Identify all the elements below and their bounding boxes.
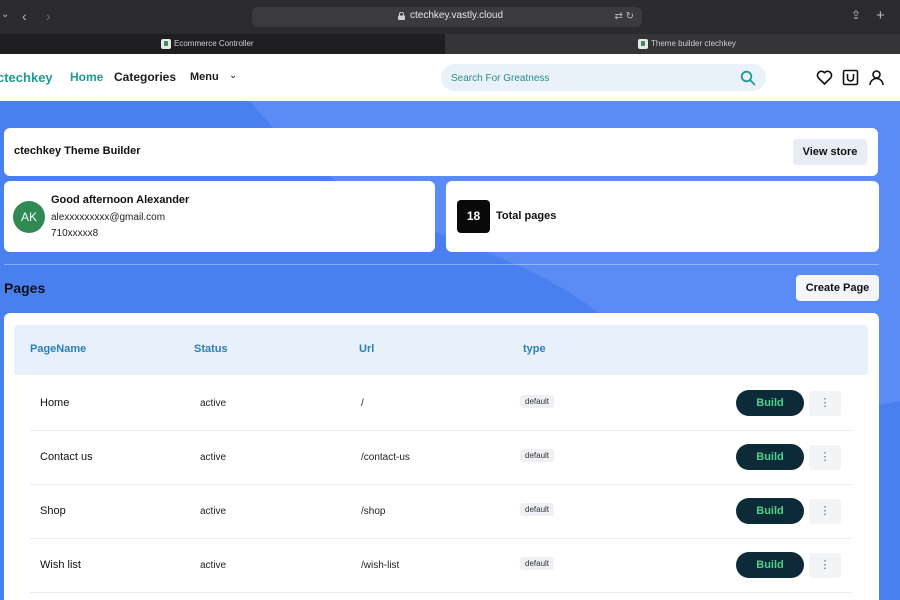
tab-title: Ecommerce Controller (174, 39, 254, 48)
page-title: ctechkey Theme Builder (14, 145, 141, 157)
pages-heading: Pages (4, 280, 46, 296)
page-url: /wish-list (361, 560, 400, 571)
reload-icon[interactable]: ⇄ ↻ (614, 11, 634, 22)
tab-bar: Ecommerce Controller Theme builder ctech… (0, 34, 900, 54)
search-icon[interactable] (740, 70, 756, 86)
sidebar-toggle-icon[interactable]: ⌄ (1, 10, 9, 20)
search-box[interactable] (441, 64, 766, 91)
tab-title: Theme builder ctechkey (651, 39, 736, 48)
user-card: AK Good afternoon Alexander alexxxxxxxxx… (4, 181, 435, 252)
column-header-url[interactable]: Url (359, 343, 374, 355)
build-button[interactable]: Build (736, 552, 804, 578)
more-vertical-icon[interactable]: ⋮ (809, 445, 841, 470)
favicon-icon (161, 39, 171, 49)
user-phone: 710xxxxx8 (51, 228, 99, 239)
total-pages-card: 18 Total pages (446, 181, 879, 252)
avatar: AK (13, 201, 45, 233)
page-status: active (200, 560, 227, 571)
table-row: Contact us active /contact-us default Bu… (30, 431, 852, 485)
table-row: Home active / default Build ⋮ (30, 377, 852, 431)
browser-toolbar: ⌄ ‹ › ctechkey.vastly.cloud ⇄ ↻ ⇪ + (0, 0, 900, 34)
page-name: Shop (40, 505, 66, 517)
page-type-badge: default (520, 503, 555, 516)
page-count-badge: 18 (457, 200, 490, 233)
favicon-icon (638, 39, 648, 49)
tab-ecommerce-controller[interactable]: Ecommerce Controller (0, 34, 445, 54)
column-header-pagename[interactable]: PageName (30, 343, 86, 355)
page-url: /shop (361, 506, 386, 517)
search-input[interactable] (451, 70, 721, 86)
view-store-button[interactable]: View store (793, 139, 867, 165)
back-icon[interactable]: ‹ (22, 9, 27, 23)
user-icon[interactable] (868, 69, 885, 86)
page-status: active (200, 506, 227, 517)
tab-theme-builder[interactable]: Theme builder ctechkey (445, 34, 900, 54)
nav-categories[interactable]: Categories (114, 70, 176, 84)
page-type-badge: default (520, 395, 555, 408)
page-name: Home (40, 397, 70, 409)
table-row: Wish list active /wish-list default Buil… (30, 539, 852, 593)
greeting-text: Good afternoon Alexander (51, 194, 190, 206)
page-name: Contact us (40, 451, 93, 463)
build-button[interactable]: Build (736, 498, 804, 524)
forward-icon[interactable]: › (46, 9, 51, 23)
nav-home[interactable]: Home (70, 70, 103, 84)
column-header-type[interactable]: type (523, 343, 546, 355)
page-type-badge: default (520, 557, 555, 570)
table-row: Shop active /shop default Build ⋮ (30, 485, 852, 539)
page-status: active (200, 398, 227, 409)
site-header: ctechkey Home Categories Menu ⌄ (0, 54, 900, 101)
section-divider (4, 264, 879, 265)
user-email: alexxxxxxxxx@gmail.com (51, 212, 166, 223)
url-text: ctechkey.vastly.cloud (410, 10, 504, 21)
lock-icon (398, 12, 405, 20)
page-type-badge: default (520, 449, 555, 462)
address-bar[interactable]: ctechkey.vastly.cloud ⇄ ↻ (252, 7, 642, 27)
heart-icon[interactable] (816, 69, 833, 86)
more-vertical-icon[interactable]: ⋮ (809, 391, 841, 416)
cart-icon[interactable] (842, 69, 859, 86)
page-status: active (200, 452, 227, 463)
table-header: PageName Status Url type (14, 325, 868, 375)
chevron-down-icon[interactable]: ⌄ (229, 70, 237, 81)
build-button[interactable]: Build (736, 390, 804, 416)
page-url: / (361, 398, 364, 409)
builder-header-card: ctechkey Theme Builder View store (4, 128, 878, 176)
create-page-button[interactable]: Create Page (796, 275, 879, 301)
page-url: /contact-us (361, 452, 410, 463)
column-header-status[interactable]: Status (194, 343, 228, 355)
more-vertical-icon[interactable]: ⋮ (809, 553, 841, 578)
plus-icon[interactable]: + (876, 8, 885, 23)
pages-table: PageName Status Url type Home active / d… (4, 313, 879, 600)
nav-menu[interactable]: Menu (190, 71, 219, 83)
total-pages-label: Total pages (496, 210, 557, 222)
page-name: Wish list (40, 559, 81, 571)
site-logo[interactable]: ctechkey (0, 70, 53, 85)
build-button[interactable]: Build (736, 444, 804, 470)
share-icon[interactable]: ⇪ (851, 9, 861, 21)
more-vertical-icon[interactable]: ⋮ (809, 499, 841, 524)
